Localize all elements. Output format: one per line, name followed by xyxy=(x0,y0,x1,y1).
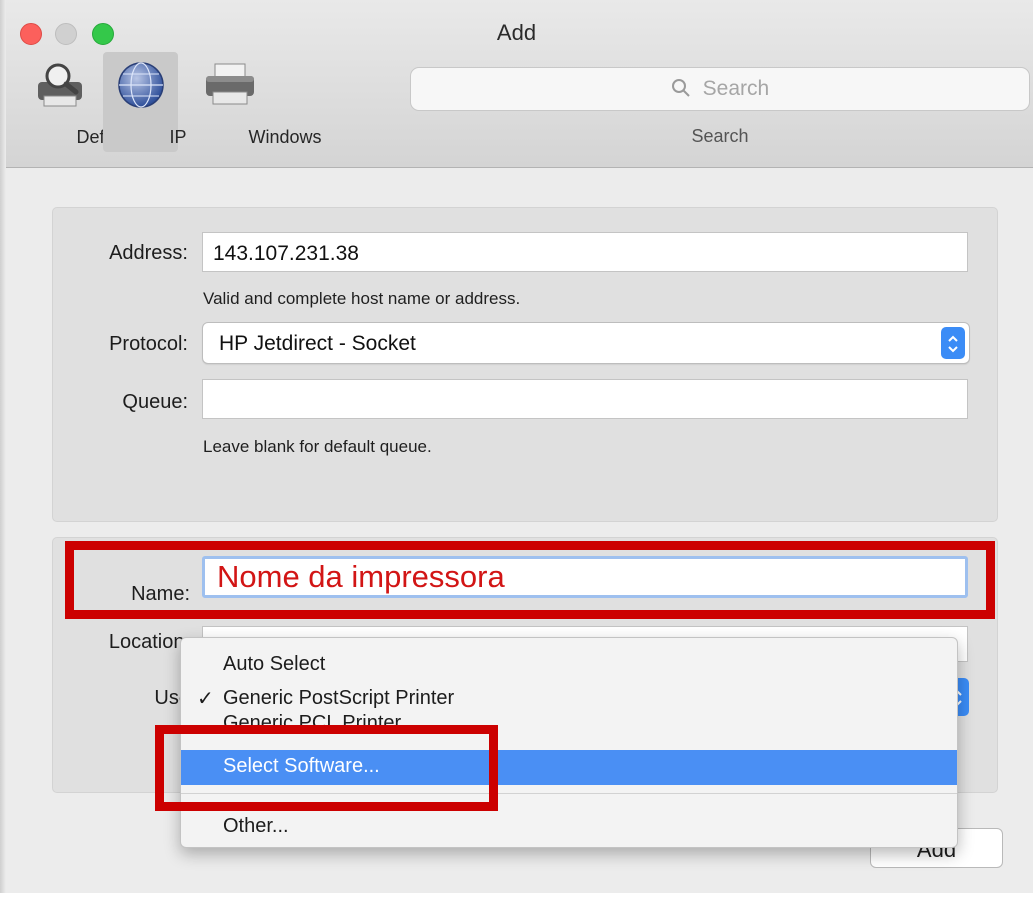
search-placeholder: Search xyxy=(702,77,770,100)
bottom-strip xyxy=(0,893,1033,901)
annotation-highlight-name xyxy=(65,541,995,619)
menu-item-auto-select[interactable]: Auto Select xyxy=(181,648,957,682)
titlebar-toolbar: Add Default xyxy=(0,0,1033,168)
queue-hint: Leave blank for default queue. xyxy=(203,437,432,456)
search-field[interactable]: Search xyxy=(410,67,1030,111)
menu-item-label: Other... xyxy=(223,815,289,837)
queue-label: Queue: xyxy=(122,391,188,413)
toolbar-windows-label: Windows xyxy=(248,127,322,147)
toolbar-windows-button[interactable]: Windows xyxy=(175,52,322,152)
checkmark-icon: ✓ xyxy=(197,688,214,710)
toolbar-ip-button[interactable]: IP xyxy=(103,52,187,152)
location-label: Location: xyxy=(108,631,190,653)
annotation-highlight-select-software xyxy=(155,725,498,811)
add-printer-window: Add Default xyxy=(0,0,1033,901)
chevron-updown-icon xyxy=(941,327,965,359)
address-label: Address: xyxy=(109,242,188,264)
protocol-label: Protocol: xyxy=(109,333,188,355)
printer-magnifier-icon xyxy=(32,60,88,113)
menu-item-generic-postscript[interactable]: ✓ Generic PostScript Printer xyxy=(181,682,957,716)
protocol-select[interactable]: HP Jetdirect - Socket xyxy=(202,322,970,364)
use-label: Use xyxy=(154,687,190,709)
menu-item-label: Auto Select xyxy=(223,653,326,675)
menu-item-other[interactable]: Other... xyxy=(181,810,957,844)
address-hint: Valid and complete host name or address. xyxy=(203,289,521,308)
address-field[interactable]: 143.107.231.38 xyxy=(202,232,968,272)
menu-item-label: Generic PostScript Printer xyxy=(223,687,455,709)
search-icon xyxy=(671,77,703,100)
window-edge-shadow xyxy=(0,0,6,901)
printer-icon xyxy=(201,60,259,113)
globe-icon xyxy=(116,60,166,115)
search-caption: Search xyxy=(691,126,749,146)
queue-field[interactable] xyxy=(202,379,968,419)
protocol-value: HP Jetdirect - Socket xyxy=(219,332,416,355)
toolbar-default-button[interactable]: Default xyxy=(15,52,134,152)
window-title: Add xyxy=(496,20,537,45)
